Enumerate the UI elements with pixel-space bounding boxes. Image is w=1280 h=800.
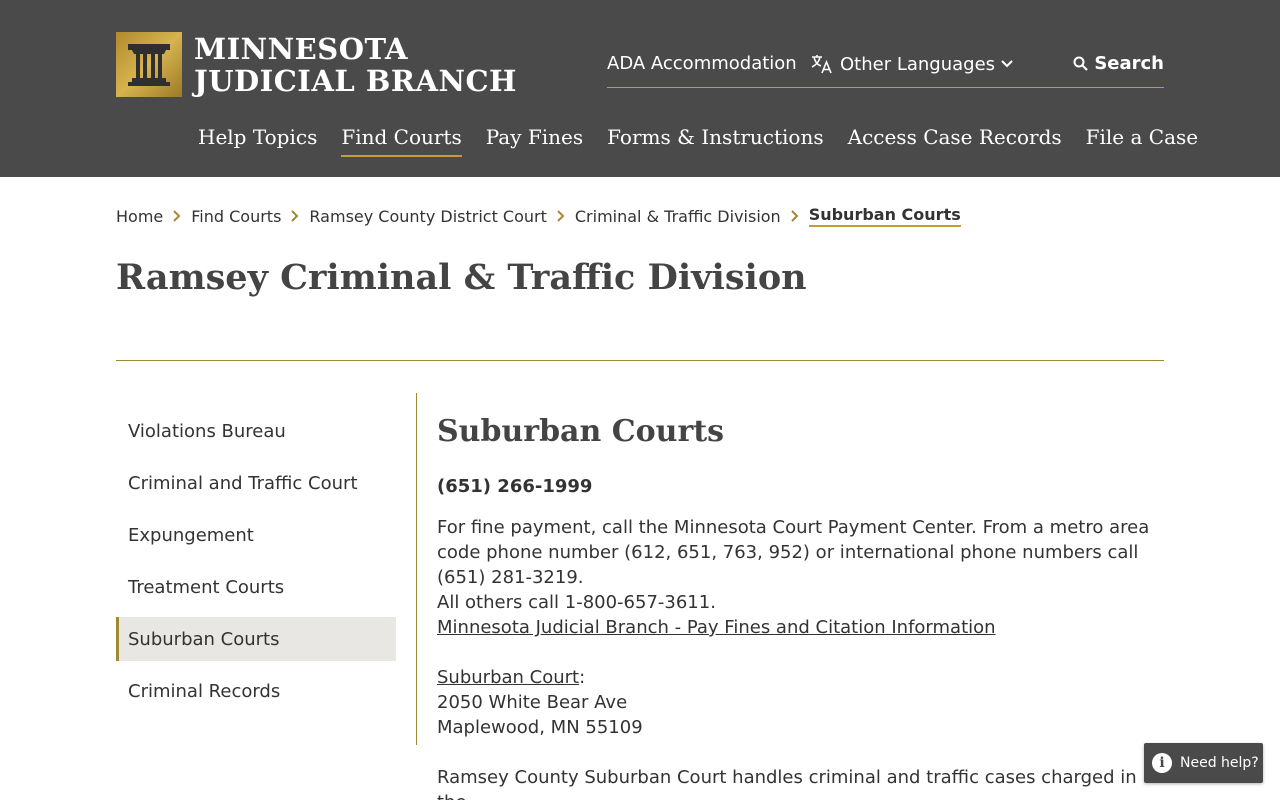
breadcrumb: Home Find Courts Ramsey County District … — [116, 205, 961, 227]
other-languages-label: Other Languages — [840, 53, 996, 75]
sidebar-item-expungement[interactable]: Expungement — [116, 513, 396, 557]
ada-accommodation-link[interactable]: ADA Accommodation — [607, 53, 797, 74]
nav-help-topics[interactable]: Help Topics — [198, 125, 317, 157]
sidebar-item-violations-bureau[interactable]: Violations Bureau — [116, 409, 396, 453]
section-heading: Suburban Courts — [437, 414, 724, 449]
description-text: Ramsey County Suburban Court handles cri… — [437, 767, 1137, 800]
breadcrumb-ramsey-county[interactable]: Ramsey County District Court — [309, 207, 546, 226]
breadcrumb-current: Suburban Courts — [808, 205, 961, 227]
search-label: Search — [1094, 53, 1164, 74]
info-icon: i — [1152, 753, 1172, 773]
courthouse-column-icon — [116, 32, 182, 97]
address-line-1: 2050 White Bear Ave — [437, 692, 628, 713]
breadcrumb-home[interactable]: Home — [116, 207, 163, 226]
breadcrumb-criminal-traffic[interactable]: Criminal & Traffic Division — [575, 207, 781, 226]
site-logo[interactable]: MINNESOTA JUDICIAL BRANCH — [116, 32, 517, 97]
nav-forms-instructions[interactable]: Forms & Instructions — [607, 125, 823, 157]
nav-find-courts[interactable]: Find Courts — [341, 125, 462, 157]
sidebar-item-suburban-courts[interactable]: Suburban Courts — [116, 617, 396, 661]
search-button[interactable]: Search — [1073, 53, 1164, 74]
fine-payment-text: For fine payment, call the Minnesota Cou… — [437, 517, 1150, 588]
main-nav: Help Topics Find Courts Pay Fines Forms … — [198, 125, 1222, 157]
breadcrumb-find-courts[interactable]: Find Courts — [191, 207, 281, 226]
need-help-label: Need help? — [1180, 755, 1259, 771]
chevron-right-icon — [173, 210, 181, 222]
sidebar-item-criminal-traffic-court[interactable]: Criminal and Traffic Court — [116, 461, 396, 505]
nav-file-a-case[interactable]: File a Case — [1086, 125, 1198, 157]
site-header: MINNESOTA JUDICIAL BRANCH ADA Accommodat… — [0, 0, 1280, 177]
nav-access-case-records[interactable]: Access Case Records — [848, 125, 1062, 157]
page-title: Ramsey Criminal & Traffic Division — [116, 257, 807, 298]
main-content: Suburban Courts (651) 266-1999 For fine … — [437, 412, 1164, 800]
nav-pay-fines[interactable]: Pay Fines — [486, 125, 583, 157]
logo-wordmark: MINNESOTA JUDICIAL BRANCH — [194, 33, 517, 97]
chevron-down-icon — [1001, 60, 1013, 68]
others-call-text: All others call 1-800-657-3611. — [437, 592, 716, 613]
sidebar-item-treatment-courts[interactable]: Treatment Courts — [116, 565, 396, 609]
suburban-court-link[interactable]: Suburban Court — [437, 667, 579, 688]
address-line-2: Maplewood, MN 55109 — [437, 717, 643, 738]
sidebar-item-criminal-records[interactable]: Criminal Records — [116, 669, 396, 713]
logo-line-2: JUDICIAL BRANCH — [194, 63, 517, 98]
chevron-right-icon — [291, 210, 299, 222]
utility-nav: ADA Accommodation Other Languages Search — [607, 50, 1164, 88]
title-divider — [116, 360, 1164, 361]
logo-line-1: MINNESOTA — [194, 31, 408, 66]
other-languages-dropdown[interactable]: Other Languages — [810, 53, 1019, 75]
chevron-right-icon — [557, 210, 565, 222]
chevron-right-icon — [790, 210, 799, 222]
sidebar-divider — [416, 393, 417, 745]
translate-icon — [811, 55, 832, 74]
search-icon — [1073, 56, 1089, 71]
court-colon: : — [579, 667, 586, 688]
need-help-button[interactable]: i Need help? — [1144, 743, 1263, 783]
phone-number: (651) 266-1999 — [437, 476, 593, 497]
pay-fines-link[interactable]: Minnesota Judicial Branch - Pay Fines an… — [437, 617, 996, 638]
side-nav: Violations Bureau Criminal and Traffic C… — [116, 409, 396, 721]
